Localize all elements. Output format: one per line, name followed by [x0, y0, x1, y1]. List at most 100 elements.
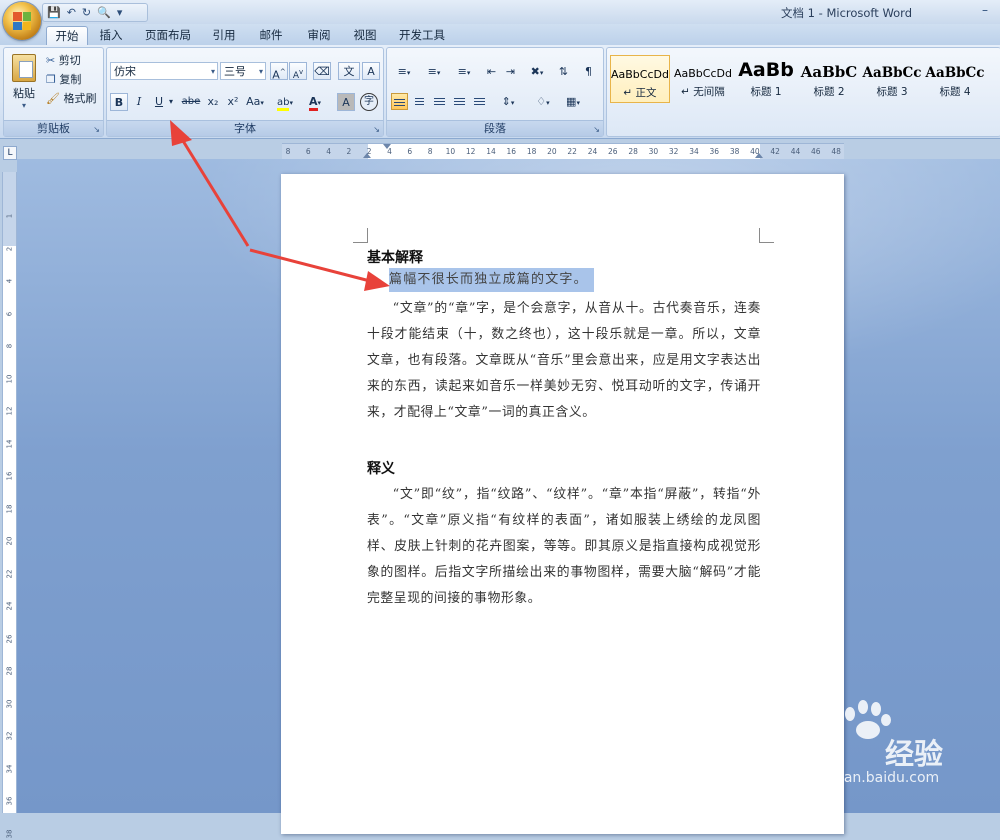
style-no-spacing-name: ↵ 无间隔 — [681, 86, 725, 98]
multilevel-list-icon: ≡ — [457, 65, 467, 78]
underline-button[interactable]: U — [150, 93, 168, 111]
tab-selector[interactable]: L — [3, 146, 17, 160]
tab-insert[interactable]: 插入 — [94, 26, 128, 45]
hanging-indent-marker[interactable] — [363, 153, 371, 158]
paragraph-wenzhang-origin[interactable]: “文章”的“章”字，是个会意字，从音从十。古代奏音乐，连奏十段才能结束（十，数之… — [367, 296, 761, 426]
style-normal-name: ↵ 正文 — [623, 87, 657, 99]
phonetic-guide-button[interactable]: 文 — [338, 62, 360, 80]
font-size-dropdown-icon[interactable]: ▾ — [259, 63, 263, 81]
character-border-button[interactable]: A — [362, 62, 380, 80]
change-case-button[interactable]: Aa▾ — [244, 93, 266, 111]
style-heading-3[interactable]: AaBbCc 标题 3 — [862, 55, 922, 103]
shading-button[interactable]: ♢▾ — [529, 93, 557, 110]
bold-button[interactable]: B — [110, 93, 128, 111]
style-heading-1[interactable]: AaBb 标题 1 — [736, 55, 796, 103]
ruler-tick-label: 8 — [285, 147, 291, 156]
decrease-indent-icon: ⇤ — [486, 65, 497, 78]
vertical-ruler-tick-label: 8 — [5, 343, 14, 349]
office-logo-icon — [13, 12, 31, 30]
ruler-tick-label: 34 — [689, 147, 699, 156]
cut-button[interactable]: ✂ 剪切 — [46, 52, 81, 70]
sort-button[interactable]: ⇅ — [555, 63, 572, 80]
numbering-button[interactable]: ≡▾ — [420, 63, 448, 80]
style-heading-4[interactable]: AaBbCc 标题 4 — [925, 55, 985, 103]
tab-view[interactable]: 视图 — [348, 26, 382, 45]
first-line-indent-marker[interactable] — [383, 144, 391, 149]
right-indent-marker[interactable] — [755, 153, 763, 158]
justify-button[interactable] — [451, 93, 468, 110]
align-center-button[interactable] — [411, 93, 428, 110]
character-shading-button[interactable]: A — [337, 93, 355, 111]
baidu-jingyan-watermark: Bai 经验 jingyan.baidu.com — [760, 700, 1000, 795]
align-center-icon — [415, 97, 424, 107]
enclose-characters-button[interactable]: 字 — [360, 93, 378, 111]
tab-developer[interactable]: 开发工具 — [394, 26, 450, 45]
subscript-button[interactable]: x₂ — [204, 93, 222, 111]
paste-dropdown-icon[interactable]: ▾ — [8, 101, 40, 110]
decrease-indent-button[interactable]: ⇤ — [483, 63, 500, 80]
clipboard-launcher-icon[interactable]: ↘ — [93, 125, 100, 134]
line-spacing-button[interactable]: ⇕▾ — [495, 93, 521, 110]
vertical-ruler[interactable]: 1 2 4 6 8 10 12 14 16 18 20 22 24 26 28 30 32 34 36 38 — [2, 172, 17, 838]
paragraph-group: ≡▾ ≡▾ ≡▾ ⇤ ⇥ ✖▾ ⇅ ¶ ⇕▾ ♢▾ ▦▾ 段落 ↘ — [386, 47, 604, 137]
tab-references[interactable]: 引用 — [207, 26, 241, 45]
style-no-spacing[interactable]: AaBbCcDd ↵ 无间隔 — [673, 55, 733, 103]
character-border-icon: A — [367, 65, 375, 78]
vertical-ruler-tick-label: 10 — [5, 374, 14, 383]
copy-button[interactable]: ❐ 复制 — [46, 71, 81, 89]
format-painter-label: 格式刷 — [63, 92, 97, 105]
increase-indent-button[interactable]: ⇥ — [502, 63, 519, 80]
font-size-value: 三号 — [224, 65, 246, 78]
tab-review[interactable]: 审阅 — [302, 26, 336, 45]
tab-home[interactable]: 开始 — [46, 26, 88, 45]
copy-label: 复制 — [59, 73, 82, 86]
phonetic-guide-label: 文 — [343, 65, 355, 78]
font-size-combo[interactable]: 三号 ▾ — [220, 62, 266, 80]
font-name-combo[interactable]: 仿宋 ▾ — [110, 62, 218, 80]
selected-text[interactable]: 篇幅不很长而独立成篇的文字。 — [389, 268, 594, 292]
highlight-button[interactable]: ab▾ — [273, 93, 297, 111]
horizontal-ruler[interactable]: 8 6 4 2 2 4 6 8 10 12 14 16 18 20 22 24 26 28 30 32 34 36 38 40… — [282, 143, 844, 160]
watermark-brand-tail: 经验 — [885, 737, 944, 771]
align-right-button[interactable] — [431, 93, 448, 110]
font-group: 仿宋 ▾ 三号 ▾ A^ Av ⌫ 文 A B I U ▾ abe x₂ x² … — [106, 47, 384, 137]
office-button[interactable] — [3, 2, 41, 40]
shrink-font-button[interactable]: Av — [289, 62, 307, 81]
style-heading-4-sample: AaBbCc — [925, 65, 985, 81]
distributed-icon — [474, 97, 485, 107]
borders-icon: ▦ — [566, 95, 577, 108]
borders-button[interactable]: ▦▾ — [559, 93, 587, 110]
paragraph-meaning[interactable]: “文”即“纹”，指“纹路”、“纹样”。“章”本指“屏蔽”，转指“外表”。“文章”… — [367, 482, 761, 612]
show-marks-button[interactable]: ¶ — [580, 63, 597, 80]
superscript-button[interactable]: x² — [224, 93, 242, 111]
ribbon-tabs: 开始 插入 页面布局 引用 邮件 审阅 视图 开发工具 — [0, 24, 1000, 45]
tab-page-layout[interactable]: 页面布局 — [140, 26, 196, 45]
paragraph-launcher-icon[interactable]: ↘ — [593, 125, 600, 134]
ruler-tick-label: 36 — [709, 147, 720, 156]
styles-gallery: AaBbCcDd ↵ 正文 AaBbCcDd ↵ 无间隔 AaBb 标题 1 A… — [606, 47, 1000, 137]
format-painter-button[interactable]: 🖌 格式刷 — [46, 90, 96, 108]
strikethrough-button[interactable]: abe — [180, 93, 202, 111]
style-normal[interactable]: AaBbCcDd ↵ 正文 — [610, 55, 670, 103]
italic-button[interactable]: I — [130, 93, 148, 111]
minimize-button[interactable]: – — [976, 3, 994, 19]
bullets-button[interactable]: ≡▾ — [390, 63, 418, 80]
underline-dropdown-icon[interactable]: ▾ — [167, 93, 175, 111]
multilevel-list-button[interactable]: ≡▾ — [450, 63, 478, 80]
grow-font-button[interactable]: A^ — [270, 62, 288, 82]
watermark-url: jingyan.baidu.com — [810, 770, 940, 786]
font-launcher-icon[interactable]: ↘ — [373, 125, 380, 134]
distributed-button[interactable] — [471, 93, 488, 110]
paint-bucket-icon: ♢ — [536, 95, 547, 108]
tab-mailings[interactable]: 邮件 — [254, 26, 288, 45]
clear-formatting-button[interactable]: ⌫ — [313, 62, 331, 80]
align-left-button[interactable] — [391, 93, 408, 110]
font-color-button[interactable]: A▾ — [303, 93, 327, 111]
style-heading-2[interactable]: AaBbC 标题 2 — [799, 55, 859, 103]
style-normal-sample: AaBbCcDd — [611, 68, 669, 81]
eraser-icon: ⌫ — [314, 65, 330, 78]
sort-icon: ⇅ — [558, 65, 569, 78]
chinese-layout-button[interactable]: ✖▾ — [523, 63, 551, 80]
font-name-dropdown-icon[interactable]: ▾ — [211, 63, 215, 81]
paste-button[interactable]: 粘贴 ▾ — [8, 52, 40, 110]
